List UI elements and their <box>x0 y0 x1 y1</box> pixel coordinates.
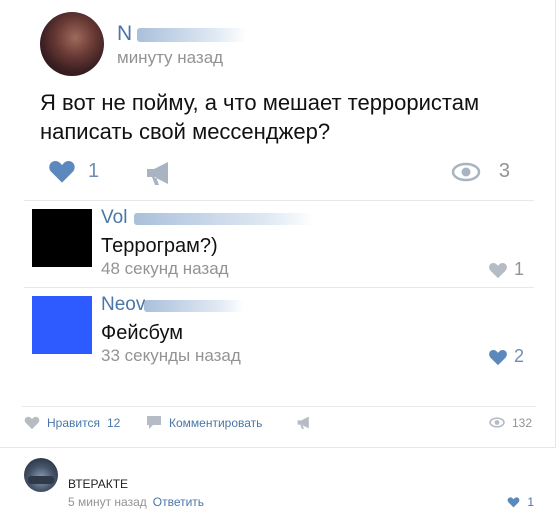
reply-comment: ВТЕРАКТЕ 5 минут назад Ответить 1 <box>0 450 556 522</box>
post-like-count: 1 <box>88 159 100 182</box>
comment-label: Комментировать <box>169 415 263 430</box>
comments-list: Vol Террограм?) 48 секунд назад 1 Neov Ф… <box>24 200 534 396</box>
reply-like-button[interactable]: 1 <box>507 495 534 509</box>
comment-button[interactable]: Комментировать <box>146 415 262 430</box>
name-redaction <box>134 213 314 225</box>
comment-item: Vol Террограм?) 48 секунд назад 1 <box>24 201 534 287</box>
post-like-button[interactable]: 1 <box>48 158 99 184</box>
reply-avatar[interactable] <box>24 458 58 492</box>
comment-like-button[interactable]: 1 <box>488 259 524 280</box>
reply-like-count: 1 <box>527 495 534 509</box>
name-redaction <box>137 28 247 42</box>
heart-icon <box>489 262 507 278</box>
comment-author[interactable]: Vol <box>101 207 127 229</box>
comment-like-count: 2 <box>513 346 524 366</box>
megaphone-icon <box>147 162 168 185</box>
comment-icon <box>147 416 161 429</box>
reply-time[interactable]: 5 минут назад <box>68 495 147 509</box>
views-counter: 132 <box>489 415 532 430</box>
name-redaction <box>144 300 244 312</box>
like-count: 12 <box>106 415 121 430</box>
post-time[interactable]: минуту назад <box>117 48 223 68</box>
heart-icon <box>507 497 520 508</box>
comment-author[interactable]: Neov <box>101 294 145 316</box>
heart-icon <box>489 349 507 365</box>
post-view-count: 3 <box>498 160 510 182</box>
heart-icon <box>49 160 75 183</box>
eye-icon <box>451 162 481 181</box>
comment-time[interactable]: 48 секунд назад <box>101 259 229 279</box>
share-button[interactable] <box>144 159 174 187</box>
comment-item: Neov Фейсбум 33 секунды назад 2 <box>24 287 534 373</box>
post-actions: 1 3 <box>40 156 520 190</box>
reply-meta: 5 минут назад Ответить <box>68 495 204 509</box>
post-card: N минуту назад Я вот не пойму, а что меш… <box>0 0 556 448</box>
eye-icon <box>489 417 505 428</box>
heart-icon <box>24 416 40 430</box>
views-count: 132 <box>511 415 532 430</box>
comment-avatar[interactable] <box>32 296 92 354</box>
comment-text: Фейсбум <box>101 322 184 344</box>
post-text: Я вот не пойму, а что мешает террористам… <box>40 90 480 144</box>
reply-author[interactable]: ВТЕРАКТЕ <box>68 477 128 491</box>
share-button[interactable] <box>296 415 312 430</box>
comment-like-button[interactable]: 2 <box>488 346 524 367</box>
comment-avatar[interactable] <box>32 209 92 267</box>
like-label: Нравится <box>47 415 100 430</box>
reply-button[interactable]: Ответить <box>153 495 204 509</box>
megaphone-icon <box>297 416 309 429</box>
comment-like-count: 1 <box>513 259 524 279</box>
comment-text: Террограм?) <box>101 235 218 257</box>
post-footer: Нравится 12 Комментировать 132 <box>22 406 536 438</box>
post-views: 3 <box>451 160 510 183</box>
author-avatar[interactable] <box>40 12 104 76</box>
like-button[interactable]: Нравится 12 <box>24 415 120 430</box>
author-name[interactable]: N <box>117 22 132 46</box>
comment-time[interactable]: 33 секунды назад <box>101 346 241 366</box>
